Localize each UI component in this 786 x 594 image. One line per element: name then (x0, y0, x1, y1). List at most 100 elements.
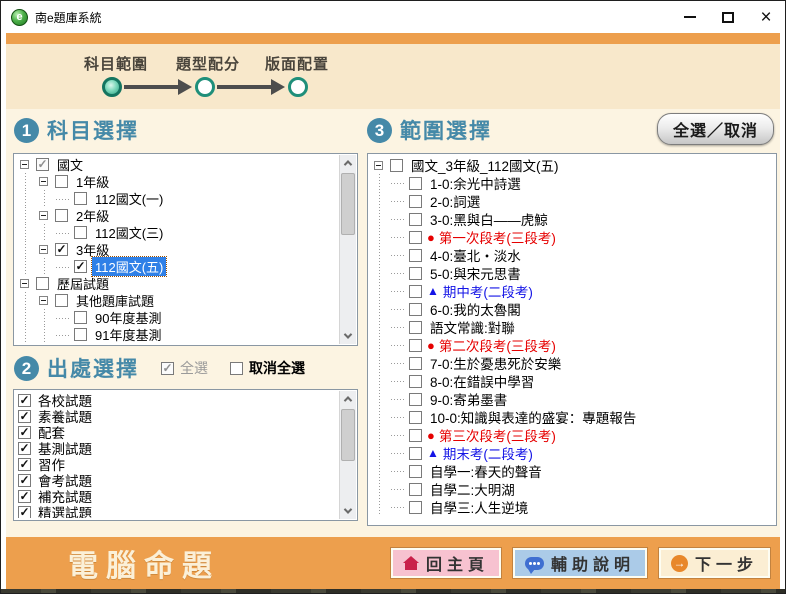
tree-row[interactable]: 3-0:黑與白——虎鯨 (370, 210, 774, 228)
tree-row[interactable]: 91年度基測 (16, 326, 338, 343)
tree-item-label[interactable]: 期末考(二段考) (440, 443, 536, 463)
source-checkbox[interactable]: ✓ (18, 441, 31, 455)
tree-row[interactable]: ✓ 112國文(五) (16, 256, 338, 277)
tree-checkbox[interactable] (409, 464, 422, 478)
close-button[interactable]: × (747, 2, 785, 32)
tree-item-label[interactable]: 第一次段考(三段考) (436, 227, 559, 247)
tree-item-label[interactable]: 7-0:生於憂患死於安樂 (427, 353, 564, 373)
source-checkbox[interactable]: ✓ (18, 425, 31, 439)
tree-expander-icon[interactable] (39, 211, 48, 220)
tree-row[interactable]: 90年度基測 (16, 309, 338, 326)
minimize-button[interactable] (671, 2, 709, 32)
tree-row[interactable]: 其他題庫試題 (16, 292, 338, 309)
tree-checkbox[interactable] (409, 410, 422, 424)
tree-row[interactable]: 5-0:與宋元思書 (370, 264, 774, 282)
source-checkbox[interactable]: ✓ (18, 393, 31, 407)
tree-item-label[interactable]: 語文常識:對聯 (427, 317, 518, 337)
tree-row[interactable]: ✓ 3年級 (16, 241, 338, 258)
tree-checkbox[interactable] (409, 248, 422, 262)
home-button[interactable]: 回主頁 (390, 548, 501, 578)
tree-checkbox[interactable] (409, 176, 422, 190)
tree-item-label[interactable]: 9-0:寄弟墨書 (427, 389, 510, 409)
scrollbar-thumb[interactable] (341, 409, 355, 461)
tree-item-label[interactable]: 自學二:大明湖 (427, 479, 518, 499)
tree-checkbox[interactable]: ✓ (55, 243, 68, 256)
tree-checkbox[interactable] (55, 294, 68, 307)
tree-item-label[interactable]: 5-0:與宋元思書 (427, 263, 524, 283)
deselect-all-checkbox[interactable] (230, 361, 243, 375)
tree-checkbox[interactable] (74, 226, 87, 239)
tree-item-label[interactable]: 91年度基測 (92, 325, 164, 343)
tree-row[interactable]: 歷屆試題 (16, 275, 338, 292)
tree-row[interactable]: 自學二:大明湖 (370, 480, 774, 498)
tree-checkbox[interactable]: ✓ (74, 260, 87, 273)
tree-row[interactable]: ● 第三次段考(三段考) (370, 426, 774, 444)
tree-item-label[interactable]: 自學一:春天的聲音 (427, 461, 545, 481)
source-checkbox[interactable]: ✓ (18, 473, 31, 487)
tree-item-label[interactable]: 期中考(二段考) (440, 281, 536, 301)
scroll-up-icon[interactable] (340, 391, 356, 407)
tree-row[interactable]: ● 第二次段考(三段考) (370, 336, 774, 354)
tree-checkbox[interactable]: ✓ (36, 158, 49, 171)
tree-checkbox[interactable] (409, 374, 422, 388)
tree-row[interactable]: 自學一:春天的聲音 (370, 462, 774, 480)
tree-item-label[interactable]: 8-0:在錯誤中學習 (427, 371, 537, 391)
tree-row[interactable]: ✓ 國文 (16, 156, 338, 173)
tree-row[interactable]: 自學三:人生逆境 (370, 498, 774, 516)
tree-checkbox[interactable] (55, 209, 68, 222)
tree-row[interactable]: 國文_3年級_112國文(五) (370, 156, 774, 174)
tree-checkbox[interactable] (409, 212, 422, 226)
source-list-scrollbar[interactable] (339, 391, 356, 519)
tree-checkbox[interactable] (409, 284, 422, 298)
source-checkbox[interactable]: ✓ (18, 505, 31, 518)
tree-checkbox[interactable] (409, 392, 422, 406)
tree-row[interactable]: 112國文(三) (16, 224, 338, 241)
tree-item-label[interactable]: 2-0:詞選 (427, 191, 483, 211)
scroll-up-icon[interactable] (340, 155, 356, 171)
tree-checkbox[interactable] (409, 446, 422, 460)
tree-checkbox[interactable] (409, 356, 422, 370)
tree-item-label[interactable]: 第二次段考(三段考) (436, 335, 559, 355)
tree-row[interactable]: 2-0:詞選 (370, 192, 774, 210)
tree-item-label[interactable]: 10-0:知識與表達的盛宴：專題報告 (427, 407, 639, 427)
tree-row[interactable]: 2年級 (16, 207, 338, 224)
tree-expander-icon[interactable] (39, 177, 48, 186)
select-toggle-button[interactable]: 全選／取消 (656, 113, 774, 145)
tree-item-label[interactable]: 4-0:臺北・淡水 (427, 245, 524, 265)
tree-row[interactable]: 9-0:寄弟墨書 (370, 390, 774, 408)
scrollbar-thumb[interactable] (341, 173, 355, 235)
help-button[interactable]: 輔助說明 (512, 548, 647, 578)
tree-expander-icon[interactable] (20, 160, 29, 169)
source-checkbox[interactable]: ✓ (18, 489, 31, 503)
tree-checkbox[interactable] (409, 500, 422, 514)
tree-checkbox[interactable] (409, 266, 422, 280)
tree-checkbox[interactable] (55, 175, 68, 188)
tree-row[interactable]: 4-0:臺北・淡水 (370, 246, 774, 264)
tree-item-label[interactable]: 3-0:黑與白——虎鯨 (427, 209, 551, 229)
tree-item-label[interactable]: 第三次段考(三段考) (436, 425, 559, 445)
tree-expander-icon[interactable] (374, 160, 383, 170)
tree-checkbox[interactable] (390, 158, 403, 172)
tree-row[interactable]: ▲ 期末考(二段考) (370, 444, 774, 462)
tree-row[interactable]: ▲ 期中考(二段考) (370, 282, 774, 300)
tree-checkbox[interactable] (409, 194, 422, 208)
tree-row[interactable]: 語文常識:對聯 (370, 318, 774, 336)
tree-item-label[interactable]: 6-0:我的太魯閣 (427, 299, 524, 319)
list-item[interactable]: ✓ 精選試題 (16, 504, 338, 518)
tree-item-label[interactable]: 自學三:人生逆境 (427, 497, 531, 517)
tree-expander-icon[interactable] (39, 296, 48, 305)
source-checkbox[interactable]: ✓ (18, 457, 31, 471)
tree-row[interactable]: 6-0:我的太魯閣 (370, 300, 774, 318)
tree-expander-icon[interactable] (20, 279, 29, 288)
tree-row[interactable]: 7-0:生於憂患死於安樂 (370, 354, 774, 372)
tree-row[interactable]: 1-0:余光中詩選 (370, 174, 774, 192)
tree-row[interactable]: 112國文(一) (16, 190, 338, 207)
scroll-down-icon[interactable] (340, 503, 356, 519)
tree-item-label[interactable]: 1-0:余光中詩選 (427, 173, 524, 193)
scroll-down-icon[interactable] (340, 328, 356, 344)
tree-row[interactable]: 1年級 (16, 173, 338, 190)
tree-checkbox[interactable] (409, 320, 422, 334)
tree-checkbox[interactable] (409, 338, 422, 352)
tree-expander-icon[interactable] (39, 245, 48, 254)
tree-row[interactable]: 8-0:在錯誤中學習 (370, 372, 774, 390)
